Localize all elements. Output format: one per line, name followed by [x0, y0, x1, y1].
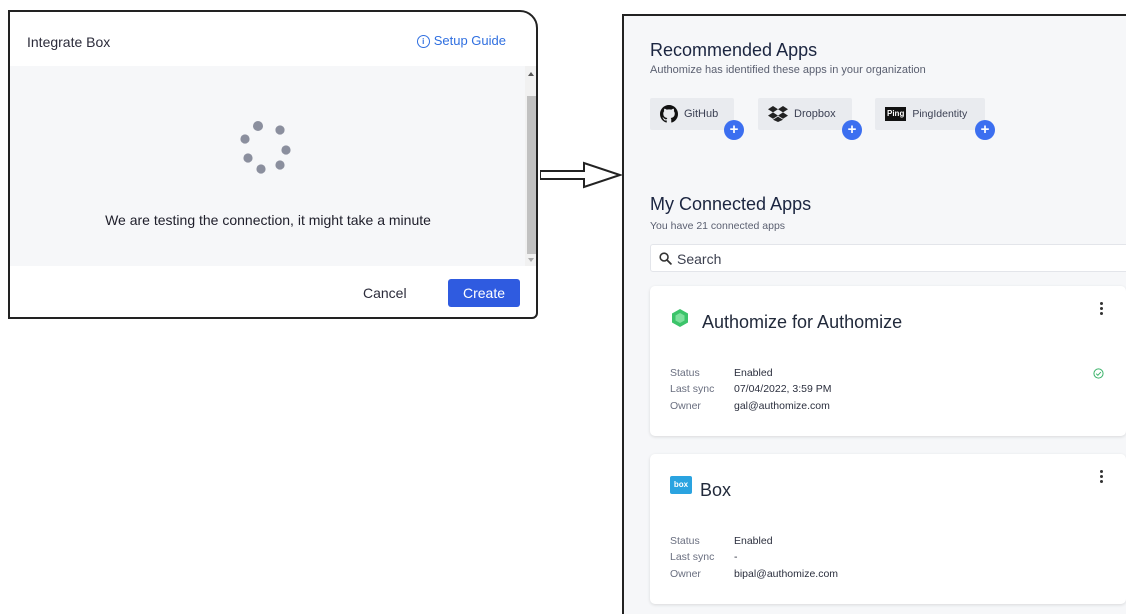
recommended-app-label: GitHub [684, 108, 719, 120]
app-name[interactable]: Authomize for Authomize [702, 312, 902, 333]
modal-body: We are testing the connection, it might … [10, 66, 536, 266]
status-value: Enabled [734, 535, 773, 547]
integrate-box-modal: Integrate Box i Setup Guide We are testin… [8, 10, 538, 319]
setup-guide-link[interactable]: i Setup Guide [416, 33, 506, 48]
recommended-app-dropbox[interactable]: Dropbox + [758, 98, 862, 140]
connected-app-card[interactable]: Authomize for Authomize Status Enabled L… [650, 286, 1126, 436]
modal-title: Integrate Box [27, 34, 111, 50]
add-pingidentity-button[interactable]: + [975, 120, 995, 140]
scrollbar-thumb[interactable] [527, 96, 536, 254]
connected-apps-subtitle: You have 21 connected apps [650, 220, 786, 232]
search-input[interactable] [675, 248, 1119, 270]
recommended-apps-subtitle: Authomize has identified these apps in y… [650, 64, 926, 76]
last-sync-label: Last sync [670, 551, 715, 563]
modal-footer: Cancel Create [10, 266, 536, 317]
create-button[interactable]: Create [448, 279, 520, 307]
modal-scrollbar[interactable] [525, 66, 536, 266]
owner-value: gal@authomize.com [734, 400, 830, 412]
pingidentity-icon: Ping [885, 107, 907, 121]
flow-arrow-icon [540, 161, 622, 189]
dropbox-icon [768, 106, 788, 122]
add-dropbox-button[interactable]: + [842, 120, 862, 140]
more-options-icon[interactable] [1100, 302, 1104, 317]
status-label: Status [670, 535, 700, 547]
owner-label: Owner [670, 400, 701, 412]
recommended-app-pingidentity[interactable]: Ping PingIdentity + [875, 98, 995, 140]
status-label: Status [670, 367, 700, 379]
box-icon: box [670, 476, 692, 494]
recommended-apps-title: Recommended Apps [650, 40, 818, 60]
check-circle-icon [1093, 368, 1104, 379]
recommended-app-label: PingIdentity [912, 108, 968, 120]
add-github-button[interactable]: + [724, 120, 744, 140]
last-sync-value: 07/04/2022, 3:59 PM [734, 383, 832, 395]
owner-value: bipal@authomize.com [734, 568, 839, 580]
more-options-icon[interactable] [1100, 470, 1104, 485]
search-box [650, 244, 1126, 272]
scroll-up-icon[interactable] [528, 72, 534, 76]
info-icon: i [416, 35, 430, 48]
owner-label: Owner [670, 568, 701, 580]
app-name[interactable]: Box [700, 480, 731, 501]
last-sync-label: Last sync [670, 383, 715, 395]
apps-panel: Recommended Apps Authomize has identifie… [622, 14, 1126, 614]
setup-guide-label: Setup Guide [433, 33, 506, 48]
recommended-app-github[interactable]: GitHub + [650, 98, 744, 140]
loading-spinner-icon [240, 121, 291, 174]
status-value: Enabled [734, 367, 773, 379]
connected-apps-title: My Connected Apps [650, 194, 812, 214]
search-icon [659, 252, 672, 265]
github-icon [660, 105, 678, 123]
scroll-down-icon[interactable] [528, 258, 534, 262]
recommended-app-label: Dropbox [794, 108, 836, 120]
authomize-icon [672, 309, 688, 327]
loading-message: We are testing the connection, it might … [105, 212, 431, 228]
modal-header: Integrate Box i Setup Guide [10, 12, 536, 66]
pingidentity-logo-text: Ping [885, 107, 907, 121]
connected-app-card[interactable]: box Box Status Enabled Last sync - Owner… [650, 454, 1126, 604]
cancel-button[interactable]: Cancel [353, 281, 417, 305]
last-sync-value: - [734, 551, 738, 563]
